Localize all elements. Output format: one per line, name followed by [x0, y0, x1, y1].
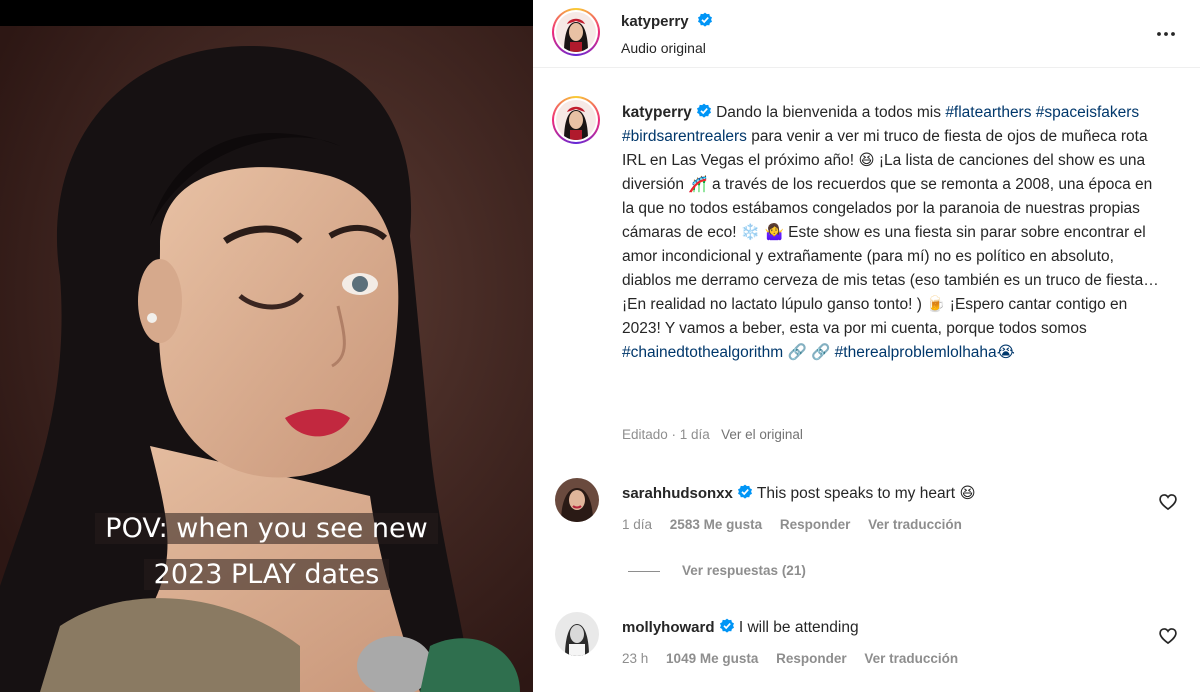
- comment-meta: 23 h 1049 Me gusta Responder Ver traducc…: [622, 651, 972, 666]
- hashtag-spaceisfakers[interactable]: #spaceisfakers: [1036, 104, 1139, 121]
- comment-username[interactable]: sarahhudsonxx: [622, 485, 733, 502]
- replies-divider: [628, 570, 660, 572]
- caption-meta: Editado · 1 día Ver el original: [622, 427, 803, 442]
- view-replies-label: Ver respuestas (21): [682, 563, 806, 578]
- reply-button[interactable]: Responder: [780, 517, 851, 532]
- author-avatar[interactable]: [552, 8, 600, 56]
- comment-body: mollyhoward I will be attending: [622, 618, 859, 637]
- comment-avatar[interactable]: [555, 612, 599, 656]
- hashtag-chainedtothealgorithm[interactable]: #chainedtothealgorithm: [622, 344, 783, 361]
- edited-label: Editado · 1 día: [622, 427, 710, 442]
- caption-avatar-inner: [554, 98, 598, 142]
- video-caption-line2: 2023 PLAY dates: [0, 555, 533, 594]
- video-top-bar: [0, 0, 533, 26]
- comment-username[interactable]: mollyhoward: [622, 619, 715, 636]
- chain-emojis: 🔗 🔗: [787, 344, 831, 361]
- author-avatar-inner: [554, 10, 598, 54]
- hashtag-birdsarentrealers[interactable]: #birdsarentrealers: [622, 128, 747, 145]
- like-heart-icon[interactable]: [1158, 492, 1178, 512]
- comment-time[interactable]: 23 h: [622, 651, 648, 666]
- audio-label[interactable]: Audio original: [621, 40, 706, 56]
- comment-meta: 1 día 2583 Me gusta Responder Ver traduc…: [622, 517, 976, 532]
- caption-part-intro: Dando la bienvenida a todos mis: [711, 104, 946, 121]
- author-username[interactable]: katyperry: [621, 13, 689, 30]
- comment-verified-badge-icon: [737, 484, 752, 499]
- comment-text: I will be attending: [738, 619, 859, 636]
- verified-badge-icon: [698, 12, 712, 27]
- caption-part-body: para venir a ver mi truco de fiesta de o…: [622, 128, 1159, 337]
- like-heart-icon[interactable]: [1158, 626, 1178, 646]
- hashtag-flatearthers[interactable]: #flatearthers: [945, 104, 1031, 121]
- comment-body: sarahhudsonxx This post speaks to my hea…: [622, 484, 976, 503]
- comment-likes[interactable]: 2583 Me gusta: [670, 517, 762, 532]
- comment-time[interactable]: 1 día: [622, 517, 652, 532]
- caption-text-2: 2023 PLAY dates: [143, 559, 390, 590]
- post-header: katyperry Audio original: [533, 0, 1200, 68]
- post-details-panel: katyperry Audio original katyperry Dando…: [533, 0, 1200, 692]
- comment-likes[interactable]: 1049 Me gusta: [666, 651, 758, 666]
- comment-avatar[interactable]: [555, 478, 599, 522]
- hashtag-therealproblemlolhaha[interactable]: #therealproblemlolhaha😭: [835, 344, 1015, 361]
- see-original-link[interactable]: Ver el original: [721, 427, 803, 442]
- author-avatar-photo: [556, 12, 596, 52]
- reply-button[interactable]: Responder: [776, 651, 847, 666]
- caption-author-avatar[interactable]: [552, 96, 600, 144]
- comment-verified-badge-icon: [719, 618, 734, 633]
- video-caption-line1: POV: when you see new: [0, 509, 533, 548]
- caption-text: katyperry Dando la bienvenida a todos mi…: [622, 101, 1162, 365]
- caption-verified-badge-icon: [696, 103, 711, 118]
- author-name-row: katyperry: [621, 12, 713, 31]
- translate-button[interactable]: Ver traducción: [868, 517, 962, 532]
- comment-text: This post speaks to my heart 😆: [756, 485, 976, 502]
- video-panel[interactable]: POV: when you see new 2023 PLAY dates: [0, 0, 533, 692]
- caption-text-1: POV: when you see new: [95, 513, 438, 544]
- caption-username[interactable]: katyperry: [622, 104, 692, 121]
- more-options-icon[interactable]: [1154, 22, 1178, 46]
- translate-button[interactable]: Ver traducción: [864, 651, 958, 666]
- caption-avatar-photo: [556, 100, 596, 140]
- view-replies-link[interactable]: Ver respuestas (21): [628, 563, 806, 578]
